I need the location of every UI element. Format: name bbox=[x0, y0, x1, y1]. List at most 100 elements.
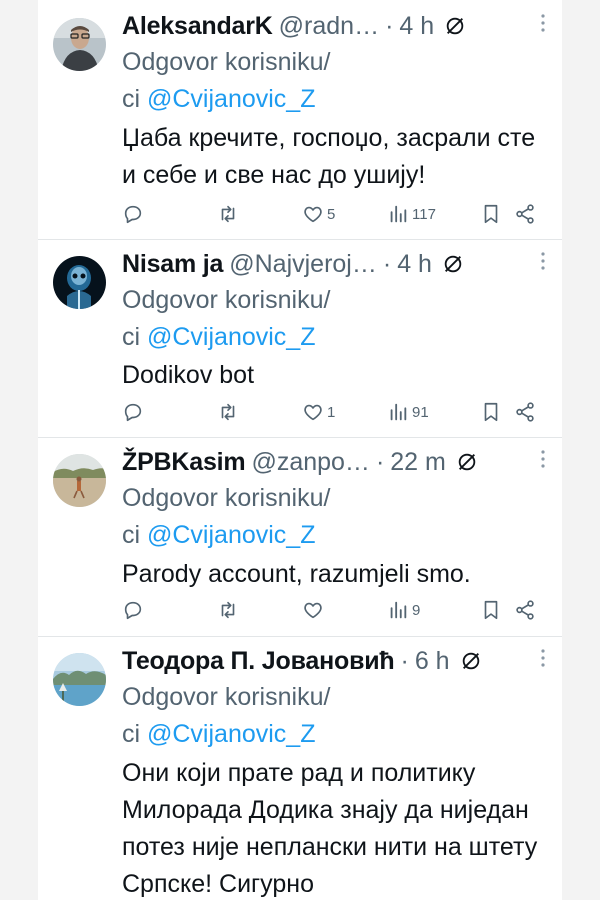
avatar[interactable] bbox=[53, 653, 106, 706]
avatar[interactable] bbox=[53, 256, 106, 309]
action-bar: 1 91 bbox=[122, 401, 548, 427]
like-button[interactable] bbox=[302, 599, 327, 621]
tweet[interactable]: AleksandarK @radn… · 4 h Odgovor korisni… bbox=[38, 0, 562, 240]
user-handle[interactable]: @Najvjeroj… bbox=[229, 250, 377, 279]
tweet-header: AleksandarK @radn… · 4 h bbox=[122, 9, 546, 43]
lake-landscape-photo bbox=[53, 653, 106, 706]
bookmark-button[interactable] bbox=[480, 599, 502, 621]
display-name[interactable]: AleksandarK bbox=[122, 12, 273, 41]
tweet[interactable]: Теодора П. Јовановић · 6 h Odgovor koris… bbox=[38, 637, 562, 900]
tweet-text: Parody account, razumjeli smo. bbox=[122, 560, 471, 588]
reply-icon bbox=[124, 601, 142, 620]
grok-icon[interactable] bbox=[456, 451, 478, 473]
like-count: 5 bbox=[327, 205, 336, 223]
tweet-text: Dodikov bot bbox=[122, 361, 255, 389]
more-icon[interactable] bbox=[540, 13, 546, 33]
reply-icon bbox=[124, 403, 142, 422]
share-icon bbox=[516, 600, 534, 620]
share-icon bbox=[516, 402, 534, 422]
timestamp[interactable]: 22 m bbox=[390, 448, 446, 477]
x-ray-skull-image bbox=[53, 256, 106, 309]
replying-to-prefix: ci bbox=[122, 521, 147, 549]
tweet[interactable]: Nisam ja @Najvjeroj… · 4 h Odgovor koris… bbox=[38, 240, 562, 438]
separator-dot: · bbox=[400, 646, 409, 675]
bookmark-icon bbox=[484, 600, 498, 620]
tweet-text: Они који прате рад и политику Милорада Д… bbox=[122, 759, 538, 898]
user-handle[interactable]: @zanpo… bbox=[251, 448, 370, 477]
retweet-button[interactable] bbox=[217, 203, 239, 225]
share-icon bbox=[516, 204, 534, 224]
view-count: 91 bbox=[412, 403, 429, 421]
mention-link[interactable]: @Cvijanovic_Z bbox=[147, 720, 315, 748]
retweet-icon bbox=[221, 601, 235, 619]
more-icon[interactable] bbox=[540, 648, 546, 668]
replying-to-prefix: ci bbox=[122, 720, 147, 748]
avatar[interactable] bbox=[53, 454, 106, 507]
share-button[interactable] bbox=[514, 401, 536, 423]
like-button[interactable]: 5 bbox=[302, 203, 335, 225]
retweet-button[interactable] bbox=[217, 599, 239, 621]
share-button[interactable] bbox=[514, 599, 536, 621]
like-button[interactable]: 1 bbox=[302, 401, 335, 423]
reply-button[interactable] bbox=[122, 203, 144, 225]
like-icon bbox=[304, 404, 322, 421]
like-icon bbox=[304, 602, 322, 619]
like-icon bbox=[304, 206, 322, 223]
reply-button[interactable] bbox=[122, 599, 144, 621]
timestamp[interactable]: 4 h bbox=[397, 250, 432, 279]
mention-link[interactable]: @Cvijanovic_Z bbox=[147, 521, 315, 549]
views-icon bbox=[390, 205, 407, 223]
bookmark-icon bbox=[484, 402, 498, 422]
mention-link[interactable]: @Cvijanovic_Z bbox=[147, 85, 315, 113]
replying-to: Odgovor korisniku/ ci @Cvijanovic_Z bbox=[122, 480, 542, 554]
reply-button[interactable] bbox=[122, 401, 144, 423]
tweet-header: Nisam ja @Najvjeroj… · 4 h bbox=[122, 247, 546, 281]
display-name[interactable]: ŽPBKasim bbox=[122, 448, 246, 477]
grok-icon[interactable] bbox=[460, 650, 482, 672]
more-icon[interactable] bbox=[540, 449, 546, 469]
replying-to: Odgovor korisniku/ ci @Cvijanovic_Z bbox=[122, 44, 542, 118]
replying-to-label: Odgovor korisniku/ bbox=[122, 48, 331, 76]
bookmark-icon bbox=[484, 204, 498, 224]
mention-link[interactable]: @Cvijanovic_Z bbox=[147, 323, 315, 351]
views-button[interactable]: 117 bbox=[387, 203, 436, 225]
views-icon bbox=[390, 403, 407, 421]
retweet-button[interactable] bbox=[217, 401, 239, 423]
share-button[interactable] bbox=[514, 203, 536, 225]
replying-to: Odgovor korisniku/ ci @Cvijanovic_Z bbox=[122, 282, 542, 356]
user-handle[interactable]: @radn… bbox=[279, 12, 379, 41]
views-button[interactable]: 9 bbox=[387, 599, 420, 621]
reply-feed: AleksandarK @radn… · 4 h Odgovor korisni… bbox=[38, 0, 562, 900]
replying-to-label: Odgovor korisniku/ bbox=[122, 683, 331, 711]
replying-to: Odgovor korisniku/ ci @Cvijanovic_Z bbox=[122, 679, 542, 753]
grok-icon[interactable] bbox=[444, 15, 466, 37]
timestamp[interactable]: 4 h bbox=[399, 12, 434, 41]
reply-icon bbox=[124, 205, 142, 224]
man-with-glasses-photo bbox=[53, 18, 106, 71]
views-button[interactable]: 91 bbox=[387, 401, 429, 423]
separator-dot: · bbox=[385, 11, 394, 40]
beach-photo bbox=[53, 454, 106, 507]
retweet-icon bbox=[221, 403, 235, 421]
display-name[interactable]: Теодора П. Јовановић bbox=[122, 647, 395, 676]
view-count: 117 bbox=[412, 205, 436, 223]
view-count: 9 bbox=[412, 601, 421, 619]
like-count: 1 bbox=[327, 403, 336, 421]
tweet-text: Џаба кречите, госпоџо, засрали сте и себ… bbox=[122, 124, 536, 189]
retweet-icon bbox=[221, 205, 235, 223]
avatar[interactable] bbox=[53, 18, 106, 71]
bookmark-button[interactable] bbox=[480, 203, 502, 225]
timestamp[interactable]: 6 h bbox=[415, 647, 450, 676]
tweet-header: ŽPBKasim @zanpo… · 22 m bbox=[122, 445, 546, 479]
replying-to-prefix: ci bbox=[122, 85, 147, 113]
separator-dot: · bbox=[375, 447, 385, 476]
bookmark-button[interactable] bbox=[480, 401, 502, 423]
display-name[interactable]: Nisam ja bbox=[122, 250, 223, 279]
grok-icon[interactable] bbox=[442, 253, 464, 275]
replying-to-label: Odgovor korisniku/ bbox=[122, 286, 331, 314]
replying-to-label: Odgovor korisniku/ bbox=[122, 484, 331, 512]
tweet[interactable]: ŽPBKasim @zanpo… · 22 m Odgovor korisnik… bbox=[38, 438, 562, 637]
more-icon[interactable] bbox=[540, 251, 546, 271]
action-bar: 5 117 bbox=[122, 203, 548, 229]
views-icon bbox=[390, 601, 407, 619]
